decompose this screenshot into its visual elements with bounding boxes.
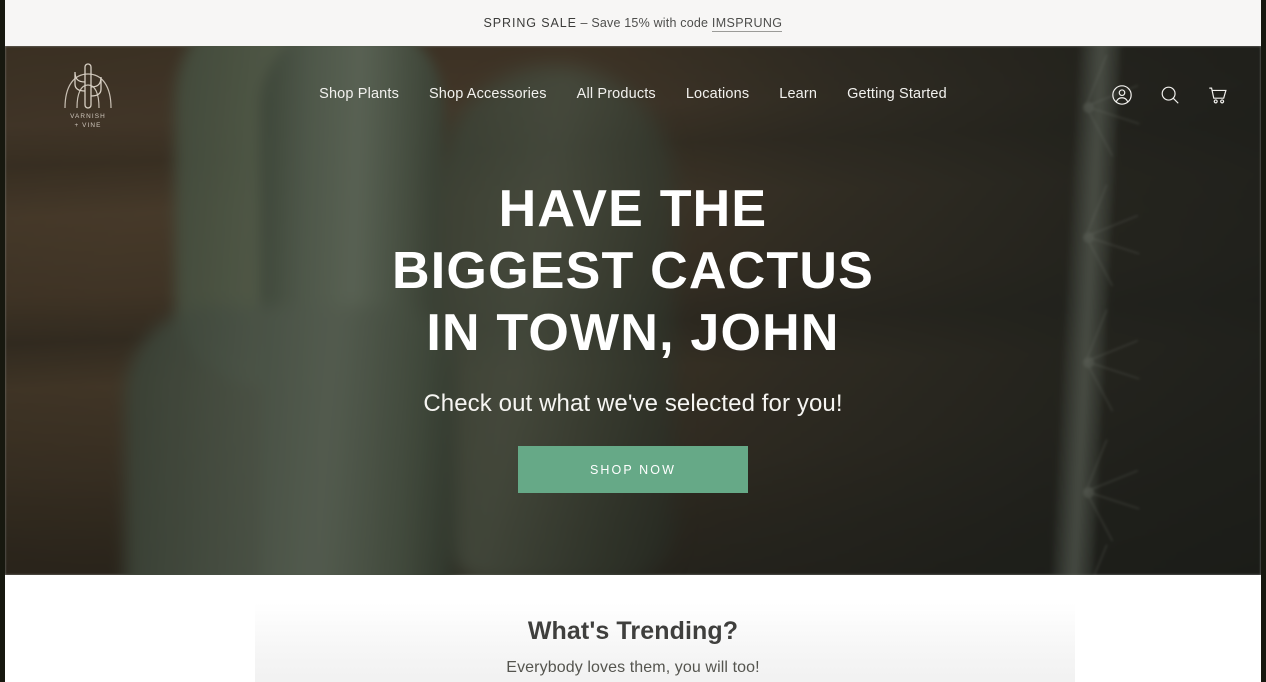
nav-item-all-products[interactable]: All Products <box>575 82 658 106</box>
announcement-separator: – <box>576 16 592 30</box>
nav-item-getting-started[interactable]: Getting Started <box>845 82 949 106</box>
storefront-page: SPRING SALE – Save 15% with code IMSPRUN… <box>5 0 1261 682</box>
nav-item-shop-accessories[interactable]: Shop Accessories <box>427 82 549 106</box>
announcement-text: SPRING SALE – Save 15% with code IMSPRUN… <box>483 16 783 32</box>
shop-now-button[interactable]: SHOP NOW <box>518 446 748 493</box>
trending-title: What's Trending? <box>527 617 739 645</box>
browser-viewport: SPRING SALE – Save 15% with code IMSPRUN… <box>0 0 1266 682</box>
announcement-bar: SPRING SALE – Save 15% with code IMSPRUN… <box>5 0 1261 46</box>
main-navigation: Shop Plants Shop Accessories All Product… <box>5 82 1261 106</box>
logo-line-2: + VINE <box>74 122 102 129</box>
logo-wordmark: VARNISH + VINE <box>70 112 106 130</box>
cart-icon[interactable] <box>1205 82 1231 108</box>
announcement-sale-label: SPRING SALE <box>483 16 577 30</box>
account-icon[interactable] <box>1109 82 1135 108</box>
logo-line-1: VARNISH <box>70 113 106 120</box>
hero-section: VARNISH + VINE Shop Plants Shop Accessor… <box>5 46 1261 575</box>
nav-item-shop-plants[interactable]: Shop Plants <box>317 82 401 106</box>
announcement-message: Save 15% with code <box>591 16 712 30</box>
site-header: VARNISH + VINE Shop Plants Shop Accessor… <box>5 46 1261 150</box>
search-icon[interactable] <box>1157 82 1183 108</box>
trending-section: What's Trending? Everybody loves them, y… <box>5 575 1261 682</box>
nav-item-locations[interactable]: Locations <box>684 82 751 106</box>
header-icon-group <box>1109 82 1231 108</box>
nav-item-learn[interactable]: Learn <box>777 82 819 106</box>
trending-subtitle: Everybody loves them, you will too! <box>506 659 760 676</box>
hero-subtitle: Check out what we've selected for you! <box>423 390 843 417</box>
announcement-promo-code[interactable]: IMSPRUNG <box>711 16 783 32</box>
hero-title: Have the biggest cactus in town, John <box>392 180 874 362</box>
